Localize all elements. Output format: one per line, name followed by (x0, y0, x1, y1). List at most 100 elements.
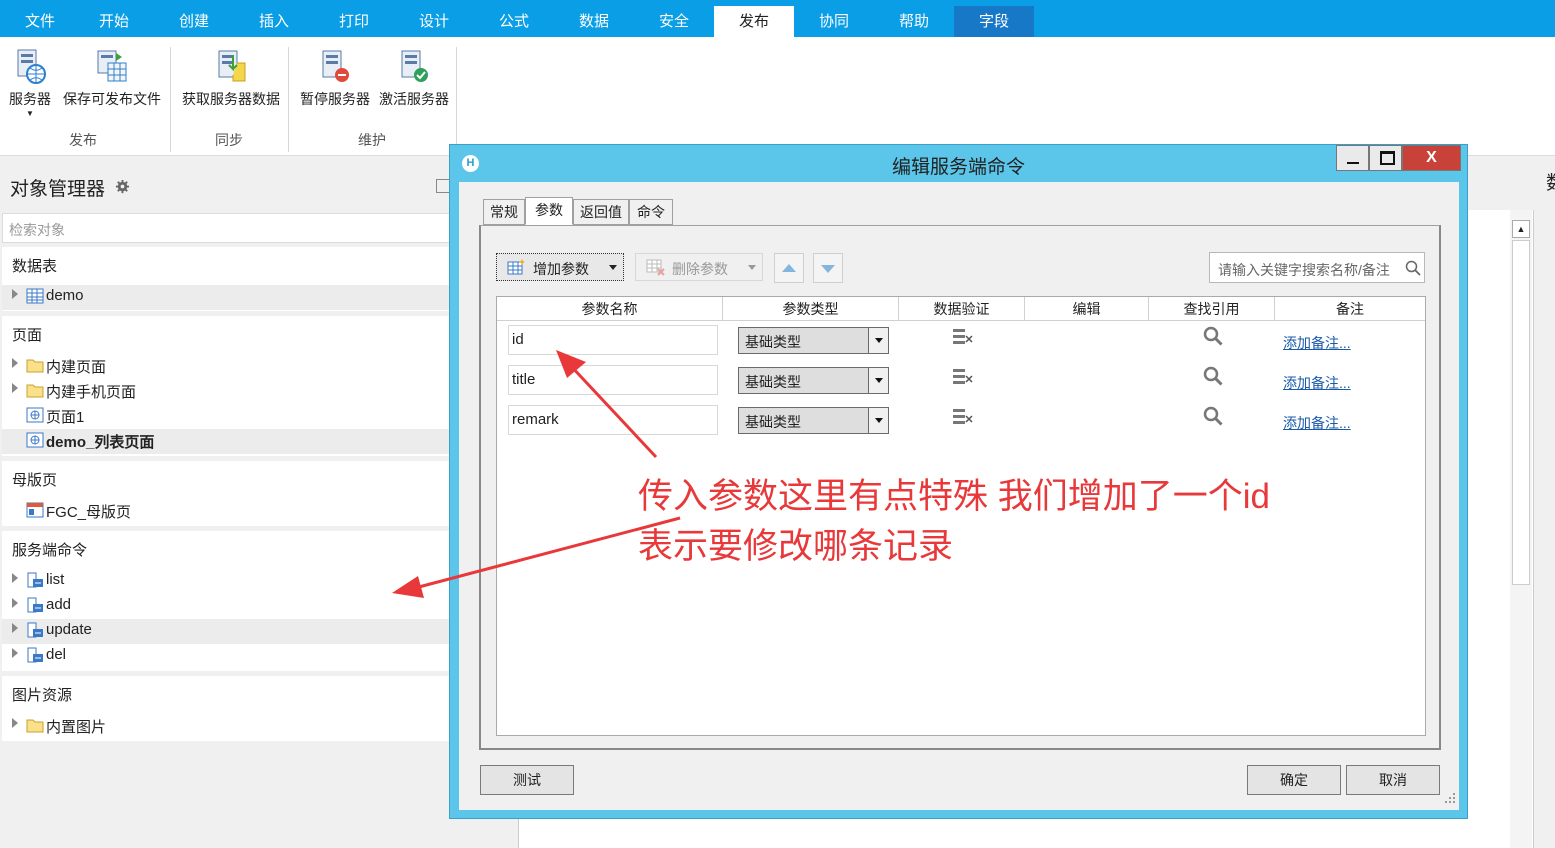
activate-server-button[interactable]: 激活服务器 (374, 47, 454, 109)
server-button[interactable]: 服务器 ▼ (6, 47, 54, 119)
expand-icon[interactable] (12, 358, 18, 368)
chevron-down-icon[interactable] (868, 328, 888, 353)
tree-item-demo-table[interactable]: demo (2, 285, 452, 310)
menu-tab-file[interactable]: 文件 (0, 6, 80, 37)
scrollbar-thumb[interactable] (1512, 240, 1530, 585)
menu-tab-start[interactable]: 开始 (74, 6, 154, 37)
add-note-link[interactable]: 添加备注... (1283, 413, 1351, 433)
expand-icon[interactable] (12, 289, 18, 299)
validation-icon[interactable] (952, 407, 974, 427)
tab-params[interactable]: 参数 (525, 197, 573, 225)
col-header-validation[interactable]: 数据验证 (899, 297, 1025, 321)
save-publish-file-label: 保存可发布文件 (63, 91, 161, 107)
section-title-tables: 数据表 (12, 258, 58, 275)
search-icon[interactable] (1405, 260, 1421, 276)
tree-item-builtin-images[interactable]: 内置图片 (2, 714, 452, 739)
validation-icon[interactable] (952, 327, 974, 347)
col-header-edit[interactable]: 编辑 (1025, 297, 1149, 321)
tree-item-builtin-pages[interactable]: 内建页面 (2, 354, 452, 379)
ribbon-separator (456, 47, 457, 152)
ok-button[interactable]: 确定 (1247, 765, 1341, 795)
tree-item-label: 内建页面 (46, 359, 107, 376)
menu-tab-field[interactable]: 字段 (954, 6, 1034, 37)
menu-tab-formula[interactable]: 公式 (474, 6, 554, 37)
folder-icon (26, 359, 44, 373)
move-down-button[interactable] (813, 253, 843, 283)
scroll-up-icon[interactable]: ▲ (1512, 220, 1530, 238)
menu-tab-design[interactable]: 设计 (394, 6, 474, 37)
section-tables: 数据表 demo (2, 247, 452, 311)
vertical-scrollbar[interactable]: ▲ (1510, 210, 1532, 848)
menu-tab-security[interactable]: 安全 (634, 6, 714, 37)
close-button[interactable]: X (1402, 145, 1461, 171)
expand-icon[interactable] (12, 383, 18, 393)
minimize-button[interactable] (1336, 145, 1369, 171)
tree-item-cmd-list[interactable]: list (2, 569, 452, 594)
menu-tab-insert[interactable]: 插入 (234, 6, 314, 37)
param-type-value: 基础类型 (745, 334, 801, 350)
chevron-down-icon[interactable] (868, 368, 888, 393)
param-name-field[interactable]: remark (508, 405, 718, 435)
gear-icon[interactable] (115, 179, 130, 194)
tree-item-page1[interactable]: 页面1 (2, 404, 452, 429)
collapse-icon[interactable] (436, 179, 450, 193)
dialog-title-bar[interactable]: H 编辑服务端命令 X (450, 145, 1467, 181)
col-header-find-ref[interactable]: 查找引用 (1149, 297, 1275, 321)
tree-item-label: 页面1 (46, 409, 85, 426)
tree-item-cmd-update[interactable]: update (2, 619, 452, 644)
tree-item-cmd-del[interactable]: del (2, 644, 452, 669)
get-server-data-button[interactable]: 获取服务器数据 (176, 47, 286, 109)
expand-icon[interactable] (12, 718, 18, 728)
add-param-button[interactable]: 增加参数 (496, 253, 624, 281)
cancel-button[interactable]: 取消 (1346, 765, 1440, 795)
tree-item-builtin-mobile-pages[interactable]: 内建手机页面 (2, 379, 452, 404)
tab-command[interactable]: 命令 (629, 199, 673, 225)
tree-item-label: del (46, 646, 67, 663)
server-command-icon (27, 622, 43, 638)
menu-tab-print[interactable]: 打印 (314, 6, 394, 37)
save-publish-file-button[interactable]: 保存可发布文件 (58, 47, 166, 109)
add-param-icon (507, 259, 525, 275)
param-type-value: 基础类型 (745, 374, 801, 390)
tab-general[interactable]: 常规 (483, 199, 525, 225)
search-icon[interactable] (1202, 325, 1224, 347)
param-type-select[interactable]: 基础类型 (738, 407, 889, 434)
delete-param-button[interactable]: 删除参数 (635, 253, 763, 281)
test-button[interactable]: 测试 (480, 765, 574, 795)
expand-icon[interactable] (12, 648, 18, 658)
col-header-type[interactable]: 参数类型 (723, 297, 899, 321)
pause-server-button[interactable]: 暂停服务器 (296, 47, 374, 109)
chevron-down-icon[interactable] (868, 408, 888, 433)
expand-icon[interactable] (12, 623, 18, 633)
param-type-select[interactable]: 基础类型 (738, 327, 889, 354)
expand-icon[interactable] (12, 598, 18, 608)
tree-item-demo-list-page[interactable]: demo_列表页面 (2, 429, 452, 454)
tree-item-cmd-add[interactable]: add (2, 594, 452, 619)
param-name-field[interactable]: id (508, 325, 718, 355)
menu-tab-publish[interactable]: 发布 (714, 6, 794, 37)
tree-item-fgc-master[interactable]: FGC_母版页 (2, 499, 452, 524)
add-note-link[interactable]: 添加备注... (1283, 333, 1351, 353)
object-search-input[interactable]: 检索对象 (2, 213, 452, 243)
menu-tab-data[interactable]: 数据 (554, 6, 634, 37)
param-search-input[interactable]: 请输入关键字搜索名称/备注 (1209, 252, 1425, 283)
validation-icon[interactable] (952, 367, 974, 387)
col-header-note[interactable]: 备注 (1275, 297, 1425, 321)
maximize-button[interactable] (1369, 145, 1402, 171)
annotation-text-line1: 传入参数这里有点特殊 我们增加了一个id (638, 477, 1270, 516)
tab-return-value[interactable]: 返回值 (573, 199, 629, 225)
param-type-select[interactable]: 基础类型 (738, 367, 889, 394)
search-icon[interactable] (1202, 405, 1224, 427)
add-note-link[interactable]: 添加备注... (1283, 373, 1351, 393)
ribbon-separator (170, 47, 171, 152)
menu-tab-create[interactable]: 创建 (154, 6, 234, 37)
search-icon[interactable] (1202, 365, 1224, 387)
resize-grip-icon[interactable] (1444, 792, 1456, 804)
delete-param-icon (646, 259, 665, 276)
expand-icon[interactable] (12, 573, 18, 583)
menu-tab-help[interactable]: 帮助 (874, 6, 954, 37)
col-header-name[interactable]: 参数名称 (497, 297, 723, 321)
move-up-button[interactable] (774, 253, 804, 283)
param-name-field[interactable]: title (508, 365, 718, 395)
menu-tab-collab[interactable]: 协同 (794, 6, 874, 37)
